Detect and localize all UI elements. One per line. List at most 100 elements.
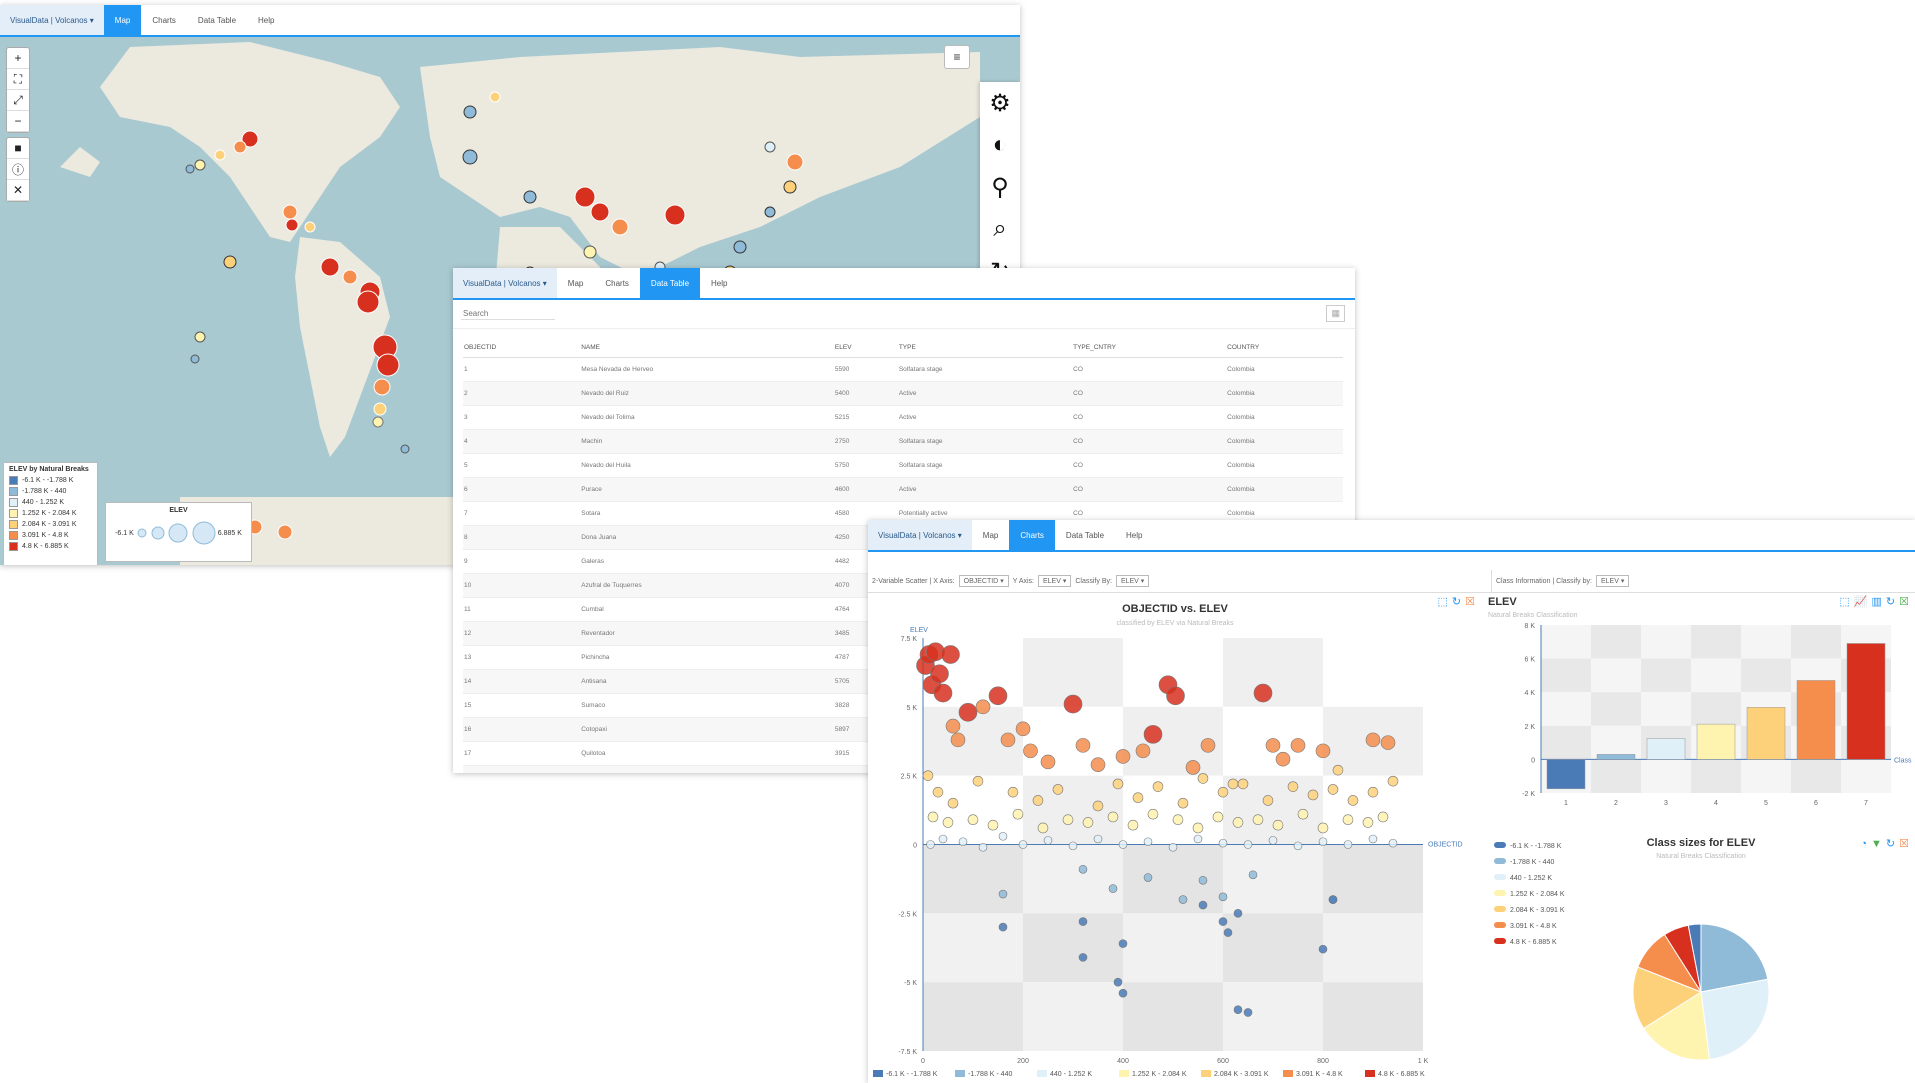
tab-map[interactable]: Map [557,268,595,298]
scatter-point [1078,917,1088,926]
line-chart-icon[interactable]: 📈 [1854,596,1868,608]
grid-band [1023,706,1123,776]
scatter-point [1007,786,1019,798]
brand-dropdown[interactable]: VisualData | Volcanos ▾ [0,5,104,35]
column-header[interactable]: OBJECTID [463,337,581,358]
fullscreen-icon[interactable]: ⛶ [7,69,29,90]
close-icon[interactable]: ☒ [1465,596,1475,608]
tab-help[interactable]: Help [247,5,285,35]
measure-icon[interactable]: ⤢ [7,90,29,111]
column-header[interactable]: NAME [580,337,834,358]
grid-band [1741,759,1791,793]
legend-item: 2.084 K - 3.091 K [9,520,92,529]
zoom-out-button[interactable]: − [7,111,29,132]
column-header[interactable]: COUNTRY [1226,337,1343,358]
scatter-point [942,817,954,828]
column-header[interactable]: TYPE_CNTRY [1072,337,1227,358]
scatter-x-label: 2-Variable Scatter | X Axis: [872,577,955,585]
table-search-bar: ▦ [453,300,1355,329]
legend-item: -6.1 K - -1.788 K [9,476,92,485]
tab-charts[interactable]: Charts [594,268,640,298]
filter-icon[interactable]: ▼ [1871,838,1882,850]
zoom-in-button[interactable]: + [7,48,29,69]
grid-band [1023,844,1123,914]
table-row[interactable]: 1 Mesa Nevada de Herveo 5590 Solfatara stag… [463,357,1343,382]
scatter-point [1118,840,1128,849]
y-axis-select[interactable]: ELEV ▾ [1038,575,1072,587]
gear-icon[interactable]: ⚙ [980,82,1020,124]
tab-data-table[interactable]: Data Table [1055,520,1115,550]
brand-dropdown[interactable]: VisualData | Volcanos ▾ [453,268,557,298]
y-tick-label: 5 K [906,705,917,712]
legend-item: 3.091 K - 4.8 K [9,531,92,540]
scatter-point [932,786,944,798]
scatter-point [1143,837,1153,847]
y-tick-label: 7.5 K [901,636,918,643]
table-row[interactable]: 2 Nevado del Ruiz 5400 Active CO Colombia [463,381,1343,406]
bar [1746,707,1786,760]
tab-help[interactable]: Help [1115,520,1153,550]
chart-subtitle: Natural Breaks Classification [1488,612,1578,619]
bar-chart-icon[interactable]: ▥ [1872,596,1882,608]
table-cell: 5590 [833,357,898,382]
x-tick-label: 7 [1864,800,1868,807]
column-header[interactable]: ELEV [833,337,898,358]
refresh-icon[interactable]: ↻ [1886,838,1895,850]
x-axis-select[interactable]: OBJECTID ▾ [958,575,1009,587]
tab-map[interactable]: Map [103,5,142,35]
info-icon[interactable]: ⓘ [7,159,29,180]
search-icon[interactable]: ⌕ [980,208,1020,250]
columns-icon[interactable]: ▦ [1326,305,1345,322]
scatter-point [1193,834,1203,844]
table-row[interactable]: 4 Machin 2750 Solfatara stage CO Colombia [463,429,1343,454]
scatter-point [1015,721,1031,737]
tab-data-table[interactable]: Data Table [639,268,701,298]
contrast-icon[interactable]: ◐ [980,124,1020,166]
expand-icon[interactable]: ⬚ [1839,596,1849,608]
scatter-point [1082,817,1094,828]
close-icon[interactable]: ☒ [1899,838,1909,850]
table-cell: Reventador [580,621,834,646]
expand-icon[interactable]: ✕ [7,180,29,201]
table-row[interactable]: 6 Purace 4600 Active CO Colombia [463,477,1343,502]
brand-dropdown[interactable]: VisualData | Volcanos ▾ [868,520,972,550]
scatter-point [975,699,991,715]
refresh-icon[interactable]: ↻ [1886,596,1895,608]
legend-swatch [9,476,18,485]
grid-band [1223,638,1323,707]
tab-map[interactable]: Map [972,520,1010,550]
table-row[interactable]: 3 Nevado del Tolima 5215 Active CO Colombia [463,405,1343,430]
expand-icon[interactable]: ⬚ [1438,596,1448,608]
bar [1596,754,1636,760]
table-row[interactable]: 5 Nevado del Huila 5750 Solfatara stage CO Co… [463,453,1343,478]
stop-icon[interactable]: ■ [7,138,29,159]
bar-tools: ⬚ 📈 ▥ ↻ ☒ [1835,592,1909,610]
scatter-point [1200,738,1216,753]
grid-band [1841,759,1891,793]
search-input[interactable] [461,308,555,320]
table-cell: Colombia [1226,357,1343,382]
legend-swatch [1494,890,1506,896]
tab-charts[interactable]: Charts [141,5,187,35]
close-icon[interactable]: ☒ [1899,596,1909,608]
refresh-icon[interactable]: ↻ [1452,596,1461,608]
scatter-y-label: Y Axis: [1012,577,1034,585]
tab-data-table[interactable]: Data Table [187,5,247,35]
brand-label: VisualData | Volcanos [878,530,956,540]
grid-band [1591,625,1641,659]
class-classify-select[interactable]: ELEV ▾ [1595,575,1630,587]
classify-select[interactable]: ELEV ▾ [1115,575,1150,587]
layers-icon[interactable]: ≡ [944,45,970,69]
table-cell: CO [1072,405,1227,430]
map-pin-icon[interactable]: ⚲ [980,166,1020,208]
tab-help[interactable]: Help [700,268,738,298]
table-cell: Galeras [580,549,834,574]
scatter-point [950,732,966,748]
legend-label: 440 - 1.252 K [22,499,65,506]
table-cell: CO [1072,357,1227,382]
column-header[interactable]: TYPE [897,337,1073,358]
pie-icon[interactable]: ◔ [1860,838,1867,850]
tab-charts[interactable]: Charts [1009,520,1055,550]
scatter-point [998,831,1008,841]
grid-band [1123,775,1223,845]
